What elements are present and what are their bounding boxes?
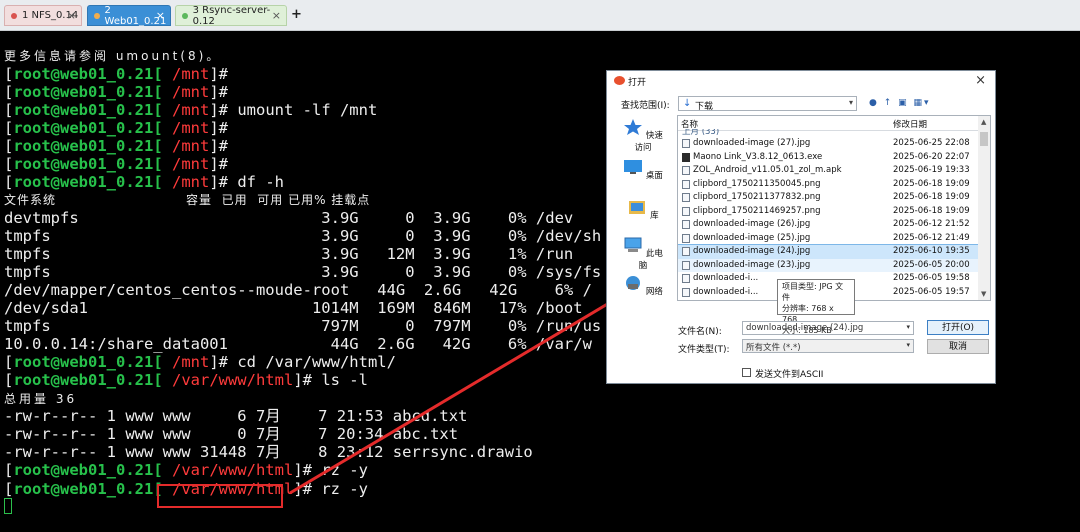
add-tab-button[interactable]: + <box>291 7 302 22</box>
close-icon[interactable]: × <box>67 9 76 22</box>
image-file-icon <box>682 233 690 243</box>
dialog-title: 打开 <box>628 78 647 88</box>
ascii-checkbox-label: 发送文件到ASCII <box>755 370 824 380</box>
file-row[interactable]: clipbord_1750211350045.png 2025-06-18 19:… <box>678 178 978 192</box>
df-row: tmpfs 797M 0 797M 0% /run/us <box>4 317 602 335</box>
prompt-line: [root@web01_0.21[ /var/www/html]# rz -y <box>4 461 368 479</box>
file-icon <box>682 139 690 148</box>
df-header: 文件系统 容量 已用 可用 已用% 挂载点 <box>4 193 371 207</box>
df-row: /dev/mapper/centos_centos--moude-root 44… <box>4 281 592 299</box>
terminal-line: 更多信息请参阅 umount(8)。 <box>4 49 222 63</box>
terminal-cursor <box>4 498 12 514</box>
file-tooltip: 项目类型: JPG 文件 分辨率: 768 x 768 大小: 185 KB <box>777 279 855 335</box>
df-row: tmpfs 3.9G 0 3.9G 0% /dev/sh <box>4 227 602 245</box>
exe-icon <box>682 152 690 162</box>
prompt-line: [root@web01_0.21[ /mnt]# umount -lf /mnt <box>4 101 378 119</box>
scroll-up-icon[interactable]: ▲ <box>981 118 986 126</box>
places-bar: 快速访问 桌面 库 此电脑 网络 <box>620 115 666 305</box>
app-icon <box>614 76 625 85</box>
prompt-line: [root@web01_0.21[ /mnt]# <box>4 137 238 155</box>
status-dot-icon <box>94 12 100 19</box>
dialog-titlebar[interactable]: 打开 × <box>607 71 993 91</box>
image-file-icon <box>682 287 690 297</box>
file-list[interactable]: 名称 修改日期 上月 (33) downloaded-image (27).jp… <box>677 115 991 301</box>
download-arrow-icon: ↓ <box>683 98 692 109</box>
status-dot-icon <box>11 12 17 19</box>
file-icon <box>682 166 690 175</box>
filetype-select[interactable]: 所有文件 (*.*) ▾ <box>742 339 914 353</box>
file-row[interactable]: Maono Link_V3.8.12_0613.exe 2025-06-20 22… <box>678 151 978 165</box>
ls-row: -rw-r--r-- 1 www www 0 7月 7 20:34 abc.tx… <box>4 425 459 443</box>
file-list-scrollbar[interactable]: ▲ ▼ <box>978 116 990 300</box>
tab-rsync-server[interactable]: 3 Rsync-server-0.12 × <box>175 5 287 27</box>
ascii-checkbox[interactable] <box>742 368 751 377</box>
prompt-line: [root@web01_0.21[ /mnt]# <box>4 155 238 173</box>
cancel-button[interactable]: 取消 <box>927 339 989 354</box>
lookin-select[interactable]: ↓ 下载 ▾ <box>678 96 857 112</box>
filename-input[interactable]: downloaded-image (24).jpg ▾ <box>742 321 914 335</box>
filetype-label: 文件类型(T): <box>678 345 730 355</box>
library-icon <box>629 201 646 214</box>
prompt-line: [root@web01_0.21[ /mnt]# <box>4 65 238 83</box>
scroll-down-icon[interactable]: ▼ <box>981 290 986 298</box>
prompt-line: [root@web01_0.21[ /mnt]# <box>4 119 238 137</box>
desktop-icon <box>624 160 643 174</box>
tab-web01[interactable]: 2 Web01_0.21 × <box>87 5 171 27</box>
chevron-down-icon: ▾ <box>906 341 910 349</box>
lookin-label: 查找范围(I): <box>621 101 670 111</box>
highlight-box <box>157 484 283 508</box>
close-icon[interactable]: × <box>156 9 165 22</box>
df-row: devtmpfs 3.9G 0 3.9G 0% /dev <box>4 209 574 227</box>
df-row: tmpfs 3.9G 12M 3.9G 1% /run <box>4 245 574 263</box>
df-row: 10.0.0.14:/share_data001 44G 2.6G 42G 6%… <box>4 335 592 353</box>
terminal-line: 总用量 36 <box>4 392 78 406</box>
image-file-icon <box>682 206 690 216</box>
place-this-pc[interactable]: 此电脑 <box>620 237 666 271</box>
star-icon <box>624 119 643 135</box>
chevron-down-icon[interactable]: ▾ <box>906 323 910 331</box>
tab-nfs[interactable]: 1 NFS_0.14 × <box>4 5 82 26</box>
image-file-icon <box>682 247 690 256</box>
df-row: /dev/sda1 1014M 169M 846M 17% /boot <box>4 299 583 317</box>
place-quick-access[interactable]: 快速访问 <box>620 119 666 153</box>
ls-row: -rw-r--r-- 1 www www 31448 7月 8 23:12 se… <box>4 443 533 461</box>
open-file-dialog: 打开 × 查找范围(I): ↓ 下载 ▾ ● ↑ ▣ ▦▾ 快速访问 桌面 库 … <box>606 70 996 384</box>
df-row: tmpfs 3.9G 0 3.9G 0% /sys/fs <box>4 263 602 281</box>
tab-bar: 1 NFS_0.14 × 2 Web01_0.21 × 3 Rsync-serv… <box>0 0 1080 31</box>
file-row[interactable]: ZOL_Android_v11.05.01_zol_m.apk 2025-06-1… <box>678 164 978 178</box>
filename-label: 文件名(N): <box>678 327 722 337</box>
file-row[interactable]: clipbord_1750211377832.png 2025-06-18 19:… <box>678 191 978 205</box>
image-file-icon <box>682 220 690 229</box>
lookin-value: 下载 <box>695 102 714 112</box>
dialog-toolbar-icons[interactable]: ● ↑ ▣ ▦▾ <box>869 98 931 108</box>
status-dot-icon <box>182 12 188 19</box>
file-row[interactable]: downloaded-image (27).jpg 2025-06-25 22:0… <box>678 137 978 151</box>
prompt-line: [root@web01_0.21[ /mnt]# <box>4 83 238 101</box>
computer-icon <box>624 237 642 252</box>
open-button[interactable]: 打开(O) <box>927 320 989 335</box>
prompt-line: [root@web01_0.21[ /var/www/html]# ls -l <box>4 371 368 389</box>
image-file-icon <box>682 274 690 283</box>
place-library[interactable]: 库 <box>620 199 666 221</box>
close-icon[interactable]: × <box>975 73 986 88</box>
file-row[interactable]: downloaded-image (25).jpg 2025-06-12 21:4… <box>678 232 978 246</box>
place-desktop[interactable]: 桌面 <box>620 159 666 181</box>
ls-row: -rw-r--r-- 1 www www 6 7月 7 21:53 abcd.t… <box>4 407 468 425</box>
chevron-down-icon: ▾ <box>848 98 853 107</box>
prompt-line: [root@web01_0.21[ /mnt]# df -h <box>4 173 284 191</box>
prompt-line: [root@web01_0.21[ /mnt]# cd /var/www/htm… <box>4 353 396 371</box>
image-file-icon <box>682 179 690 189</box>
network-icon <box>626 276 641 290</box>
group-header: 上月 (33) <box>682 129 720 137</box>
file-row[interactable]: downloaded-image (23).jpg 2025-06-05 20:0… <box>678 258 978 272</box>
place-network[interactable]: 网络 <box>620 275 666 297</box>
file-row-selected[interactable]: downloaded-image (24).jpg 2025-06-10 19:3… <box>678 244 979 260</box>
file-row[interactable]: downloaded-image (26).jpg 2025-06-12 21:5… <box>678 218 978 232</box>
scroll-thumb[interactable] <box>980 132 988 146</box>
image-file-icon <box>682 193 690 202</box>
image-file-icon <box>682 260 690 270</box>
close-icon[interactable]: × <box>272 9 281 22</box>
file-row[interactable]: clipbord_1750211469257.png 2025-06-18 19:… <box>678 205 978 219</box>
